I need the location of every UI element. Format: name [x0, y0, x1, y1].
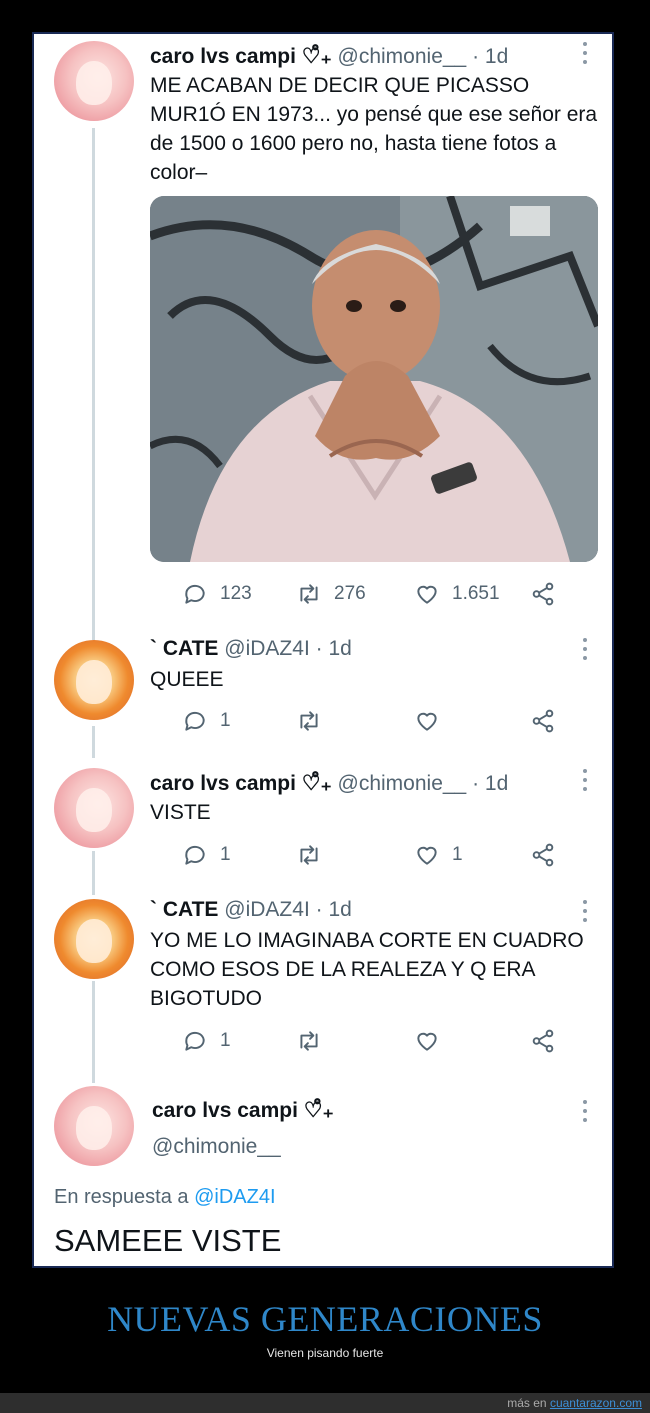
share-button[interactable] — [530, 580, 556, 608]
tweet-header: ` CATE @iDAZ4I · 1d — [150, 898, 352, 922]
footer-prefix: más en — [507, 1396, 547, 1410]
main-tweet-text: SAMEEE VISTE — [54, 1223, 282, 1258]
user-handle[interactable]: @chimonie__ — [152, 1135, 281, 1159]
timestamp[interactable]: · 1d — [472, 45, 508, 68]
thread-line — [92, 851, 95, 895]
avatar[interactable] — [54, 899, 134, 979]
retweet-button[interactable] — [296, 841, 334, 869]
like-icon — [417, 846, 437, 865]
more-icon[interactable] — [582, 42, 588, 64]
display-name[interactable]: caro lvs campi ♡̊₊ — [152, 1099, 334, 1122]
reply-prefix: En respuesta a — [54, 1186, 189, 1208]
main-tweet-name: caro lvs campi ♡̊₊ — [152, 1098, 334, 1123]
tweet-photo[interactable] — [150, 196, 598, 562]
reply-context: En respuesta a @iDAZ4I — [54, 1186, 276, 1209]
reply-count: 1 — [220, 1030, 231, 1051]
reply-handle-link[interactable]: @iDAZ4I — [194, 1186, 275, 1208]
like-button[interactable]: 1 — [414, 841, 463, 869]
like-button[interactable] — [414, 1027, 452, 1055]
caption-title: NUEVAS GENERACIONES — [107, 1299, 543, 1339]
more-icon[interactable] — [582, 900, 588, 922]
tweet-actions: 1 1 — [182, 841, 562, 869]
tweet-text: VISTE — [150, 801, 211, 824]
reply-icon — [185, 1031, 205, 1051]
retweet-icon — [300, 711, 318, 731]
retweet-icon — [300, 584, 318, 604]
share-icon — [532, 843, 554, 867]
share-button[interactable] — [530, 1027, 556, 1055]
portrait-image — [150, 196, 598, 562]
tweet-actions: 123 276 1.651 — [182, 580, 562, 608]
like-button[interactable] — [414, 707, 452, 735]
retweet-button[interactable] — [296, 1027, 334, 1055]
display-name[interactable]: caro lvs campi ♡̊₊ — [150, 45, 332, 68]
reply-count: 1 — [220, 710, 231, 731]
share-button[interactable] — [530, 841, 556, 869]
tweet-text: YO ME LO IMAGINABA CORTE EN CUADRO COMO … — [150, 929, 584, 1010]
like-button[interactable]: 1.651 — [414, 580, 500, 608]
reply-button[interactable]: 1 — [182, 1027, 231, 1055]
more-icon[interactable] — [582, 769, 588, 791]
reply-button[interactable]: 123 — [182, 580, 252, 608]
avatar[interactable] — [54, 640, 134, 720]
share-button[interactable] — [530, 707, 556, 735]
timestamp[interactable]: · 1d — [316, 637, 352, 660]
more-icon[interactable] — [582, 1100, 588, 1122]
share-icon — [532, 582, 554, 606]
tweet-header: caro lvs campi ♡̊₊ @chimonie__ · 1d — [150, 44, 508, 69]
avatar[interactable] — [54, 1086, 134, 1166]
footer-bar: más en cuantarazon.com — [0, 1393, 650, 1413]
thread-line — [92, 128, 95, 640]
like-icon — [417, 1032, 437, 1051]
avatar[interactable] — [54, 768, 134, 848]
like-icon — [417, 585, 437, 604]
user-handle[interactable]: @chimonie__ — [338, 45, 467, 68]
reply-icon — [185, 711, 205, 731]
display-name[interactable]: ` CATE — [150, 898, 218, 921]
user-handle[interactable]: @iDAZ4I — [224, 898, 310, 921]
reply-count: 1 — [220, 844, 231, 865]
like-count: 1 — [452, 844, 463, 865]
tweet-text: ME ACABAN DE DECIR QUE PICASSO MUR1Ó EN … — [150, 74, 598, 184]
retweet-icon — [300, 1031, 318, 1051]
reply-button[interactable]: 1 — [182, 841, 231, 869]
retweet-icon — [300, 845, 318, 865]
reply-icon — [185, 584, 205, 604]
reply-button[interactable]: 1 — [182, 707, 231, 735]
like-count: 1.651 — [452, 583, 500, 604]
timestamp[interactable]: · 1d — [472, 772, 508, 795]
user-handle[interactable]: @iDAZ4I — [224, 637, 310, 660]
more-icon[interactable] — [582, 638, 588, 660]
thread-line — [92, 981, 95, 1083]
reply-count: 123 — [220, 583, 252, 604]
share-icon — [532, 709, 554, 733]
tweet-header: ` CATE @iDAZ4I · 1d — [150, 637, 352, 661]
tweet-text: QUEEE — [150, 668, 224, 691]
display-name[interactable]: caro lvs campi ♡̊₊ — [150, 772, 332, 795]
tweet-actions: 1 — [182, 1027, 562, 1055]
footer-text: más en cuantarazon.com — [507, 1396, 642, 1410]
reply-icon — [185, 845, 205, 865]
caption-subtitle: Vienen pisando fuerte — [266, 1346, 384, 1360]
tweet-header: caro lvs campi ♡̊₊ @chimonie__ · 1d — [150, 771, 508, 796]
retweet-count: 276 — [334, 583, 366, 604]
user-handle[interactable]: @chimonie__ — [338, 772, 467, 795]
retweet-button[interactable] — [296, 707, 334, 735]
site-link[interactable]: cuantarazon.com — [550, 1396, 642, 1410]
thread-line — [92, 726, 95, 758]
share-icon — [532, 1029, 554, 1053]
tweet-thread-card: caro lvs campi ♡̊₊ @chimonie__ · 1d ME A… — [32, 32, 614, 1268]
timestamp[interactable]: · 1d — [316, 898, 352, 921]
avatar[interactable] — [54, 41, 134, 121]
retweet-button[interactable]: 276 — [296, 580, 366, 608]
like-icon — [417, 712, 437, 731]
display-name[interactable]: ` CATE — [150, 637, 218, 660]
tweet-actions: 1 — [182, 707, 562, 735]
